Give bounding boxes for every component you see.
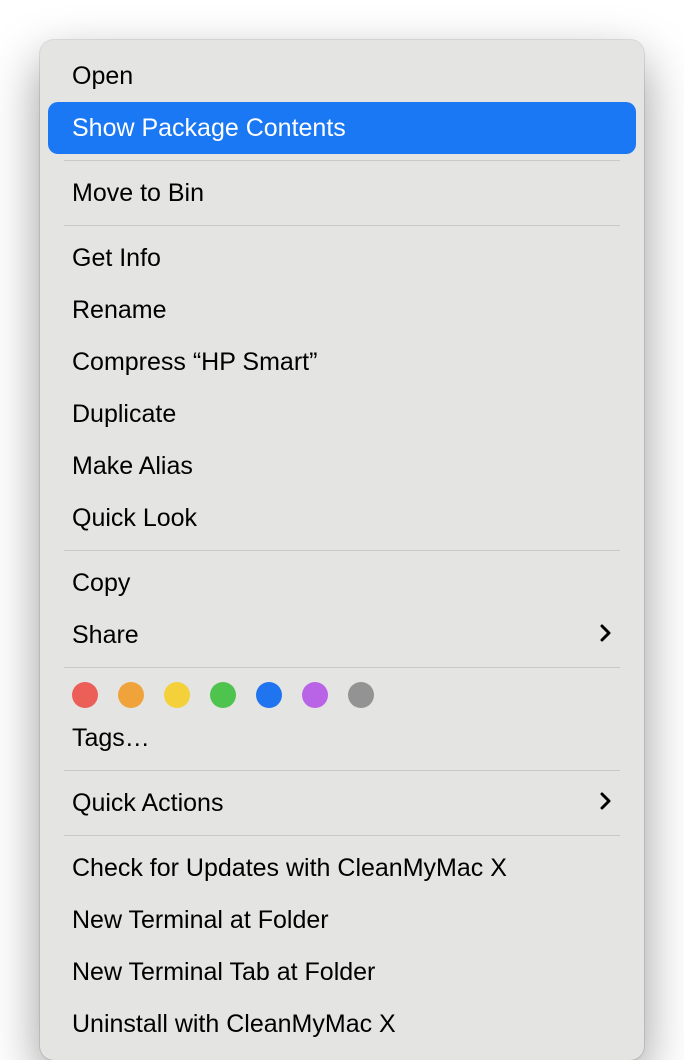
menu-item-label: Compress “HP Smart”: [72, 342, 612, 382]
menu-item-quick-look[interactable]: Quick Look: [48, 492, 636, 544]
menu-item-duplicate[interactable]: Duplicate: [48, 388, 636, 440]
menu-separator: [64, 835, 620, 836]
tag-purple[interactable]: [302, 682, 328, 708]
menu-item-quick-actions[interactable]: Quick Actions: [48, 777, 636, 829]
menu-separator: [64, 770, 620, 771]
menu-item-tags[interactable]: Tags…: [48, 712, 636, 764]
menu-item-new-terminal-tab[interactable]: New Terminal Tab at Folder: [48, 946, 636, 998]
context-menu: Open Show Package Contents Move to Bin G…: [40, 40, 644, 1060]
menu-item-label: Uninstall with CleanMyMac X: [72, 1004, 612, 1044]
menu-item-label: Make Alias: [72, 446, 612, 486]
menu-separator: [64, 225, 620, 226]
menu-item-open[interactable]: Open: [48, 50, 636, 102]
menu-separator: [64, 667, 620, 668]
tag-yellow[interactable]: [164, 682, 190, 708]
menu-item-label: Show Package Contents: [72, 108, 612, 148]
chevron-right-icon: [600, 617, 612, 652]
menu-item-label: Get Info: [72, 238, 612, 278]
menu-item-label: Rename: [72, 290, 612, 330]
tag-blue[interactable]: [256, 682, 282, 708]
menu-item-compress[interactable]: Compress “HP Smart”: [48, 336, 636, 388]
menu-separator: [64, 160, 620, 161]
menu-item-make-alias[interactable]: Make Alias: [48, 440, 636, 492]
menu-item-label: Check for Updates with CleanMyMac X: [72, 848, 612, 888]
menu-item-uninstall[interactable]: Uninstall with CleanMyMac X: [48, 998, 636, 1050]
tag-red[interactable]: [72, 682, 98, 708]
menu-item-rename[interactable]: Rename: [48, 284, 636, 336]
menu-item-label: New Terminal Tab at Folder: [72, 952, 612, 992]
menu-item-label: New Terminal at Folder: [72, 900, 612, 940]
menu-item-label: Quick Actions: [72, 783, 600, 823]
menu-item-label: Share: [72, 615, 600, 655]
menu-item-check-updates[interactable]: Check for Updates with CleanMyMac X: [48, 842, 636, 894]
menu-item-label: Open: [72, 56, 612, 96]
tag-color-row: [40, 674, 644, 712]
menu-item-share[interactable]: Share: [48, 609, 636, 661]
tag-orange[interactable]: [118, 682, 144, 708]
menu-item-get-info[interactable]: Get Info: [48, 232, 636, 284]
menu-item-copy[interactable]: Copy: [48, 557, 636, 609]
menu-item-label: Tags…: [72, 718, 612, 758]
menu-item-show-package-contents[interactable]: Show Package Contents: [48, 102, 636, 154]
menu-item-label: Quick Look: [72, 498, 612, 538]
tag-gray[interactable]: [348, 682, 374, 708]
menu-item-move-to-bin[interactable]: Move to Bin: [48, 167, 636, 219]
menu-item-label: Duplicate: [72, 394, 612, 434]
chevron-right-icon: [600, 785, 612, 820]
menu-separator: [64, 550, 620, 551]
menu-item-new-terminal[interactable]: New Terminal at Folder: [48, 894, 636, 946]
menu-item-label: Move to Bin: [72, 173, 612, 213]
menu-item-label: Copy: [72, 563, 612, 603]
tag-green[interactable]: [210, 682, 236, 708]
